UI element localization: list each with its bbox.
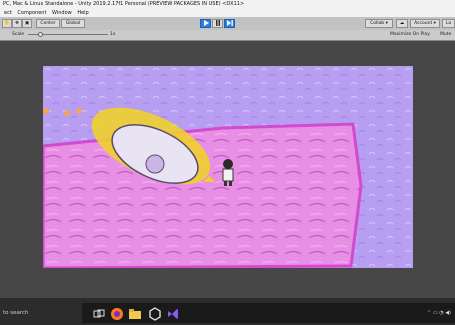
hand-tool-button[interactable]: ✋ [2,19,12,28]
scale-slider-thumb[interactable] [38,32,43,37]
game-render[interactable] [43,66,413,268]
visual-studio-icon[interactable] [166,306,180,320]
firefox-icon[interactable] [110,306,124,320]
menu-item-project[interactable]: ect [4,10,12,16]
move-icon: ✥ [15,21,19,26]
menu-item-help[interactable]: Help [77,10,88,16]
chevron-up-icon[interactable]: ⌃ [427,310,431,316]
rect-tool-button[interactable]: ▣ [22,19,32,28]
play-button[interactable] [200,19,211,28]
menu-item-window[interactable]: Window [52,10,72,16]
step-button[interactable] [224,19,235,28]
play-icon [203,20,209,26]
flower-icon [43,108,49,114]
collab-label: Collab ▾ [370,21,388,26]
cloud-button[interactable]: ☁ [396,19,408,28]
pivot-global-button[interactable]: Global [61,19,85,28]
account-dropdown[interactable]: Account ▾ [410,19,440,28]
task-view-icon[interactable] [92,306,106,320]
flower-icon [76,108,82,114]
pivot-center-button[interactable]: Center [36,19,60,28]
menu-bar: ect Component Window Help [0,9,455,17]
step-icon [226,20,233,26]
game-view-toolbar: Scale 1x Maximize On Play Mute A [0,30,455,47]
taskbar-search-input[interactable]: to search [0,303,82,323]
taskbar: to search ⌃ ▭ ◔ ◀) [0,303,455,323]
game-scene [43,66,413,268]
cloud-icon: ☁ [399,21,405,26]
system-tray: ⌃ ▭ ◔ ◀) [427,303,451,323]
unity-icon[interactable] [148,306,162,321]
scale-slider[interactable] [28,32,108,37]
collab-dropdown[interactable]: Collab ▾ [365,19,393,28]
scale-value: 1x [110,32,116,37]
ground-terrain [43,122,363,268]
network-icon[interactable]: ▭ [433,310,438,316]
center-label: Center [40,21,56,26]
layers-label: La [445,21,452,26]
pause-button[interactable] [212,19,223,28]
toolbar: ✋ ✥ ▣ Center Global Collab ▾ ☁ Account ▾… [0,17,455,31]
window-title: PC, Mac & Linux Standalone - Unity 2019.… [0,0,455,9]
hand-icon: ✋ [4,21,10,26]
rect-icon: ▣ [24,21,30,26]
pause-icon [215,20,220,26]
scale-label: Scale [12,32,25,37]
layers-dropdown[interactable]: La [442,19,455,28]
flower-icon [64,110,70,116]
maximize-on-play-toggle[interactable]: Maximize On Play [390,30,430,40]
account-label: Account ▾ [414,21,436,26]
global-label: Global [65,21,81,26]
wifi-icon[interactable]: ◔ [439,310,443,316]
file-explorer-icon[interactable] [128,306,142,320]
volume-icon[interactable]: ◀) [445,310,451,316]
move-tool-button[interactable]: ✥ [12,19,22,28]
menu-item-component[interactable]: Component [17,10,46,16]
